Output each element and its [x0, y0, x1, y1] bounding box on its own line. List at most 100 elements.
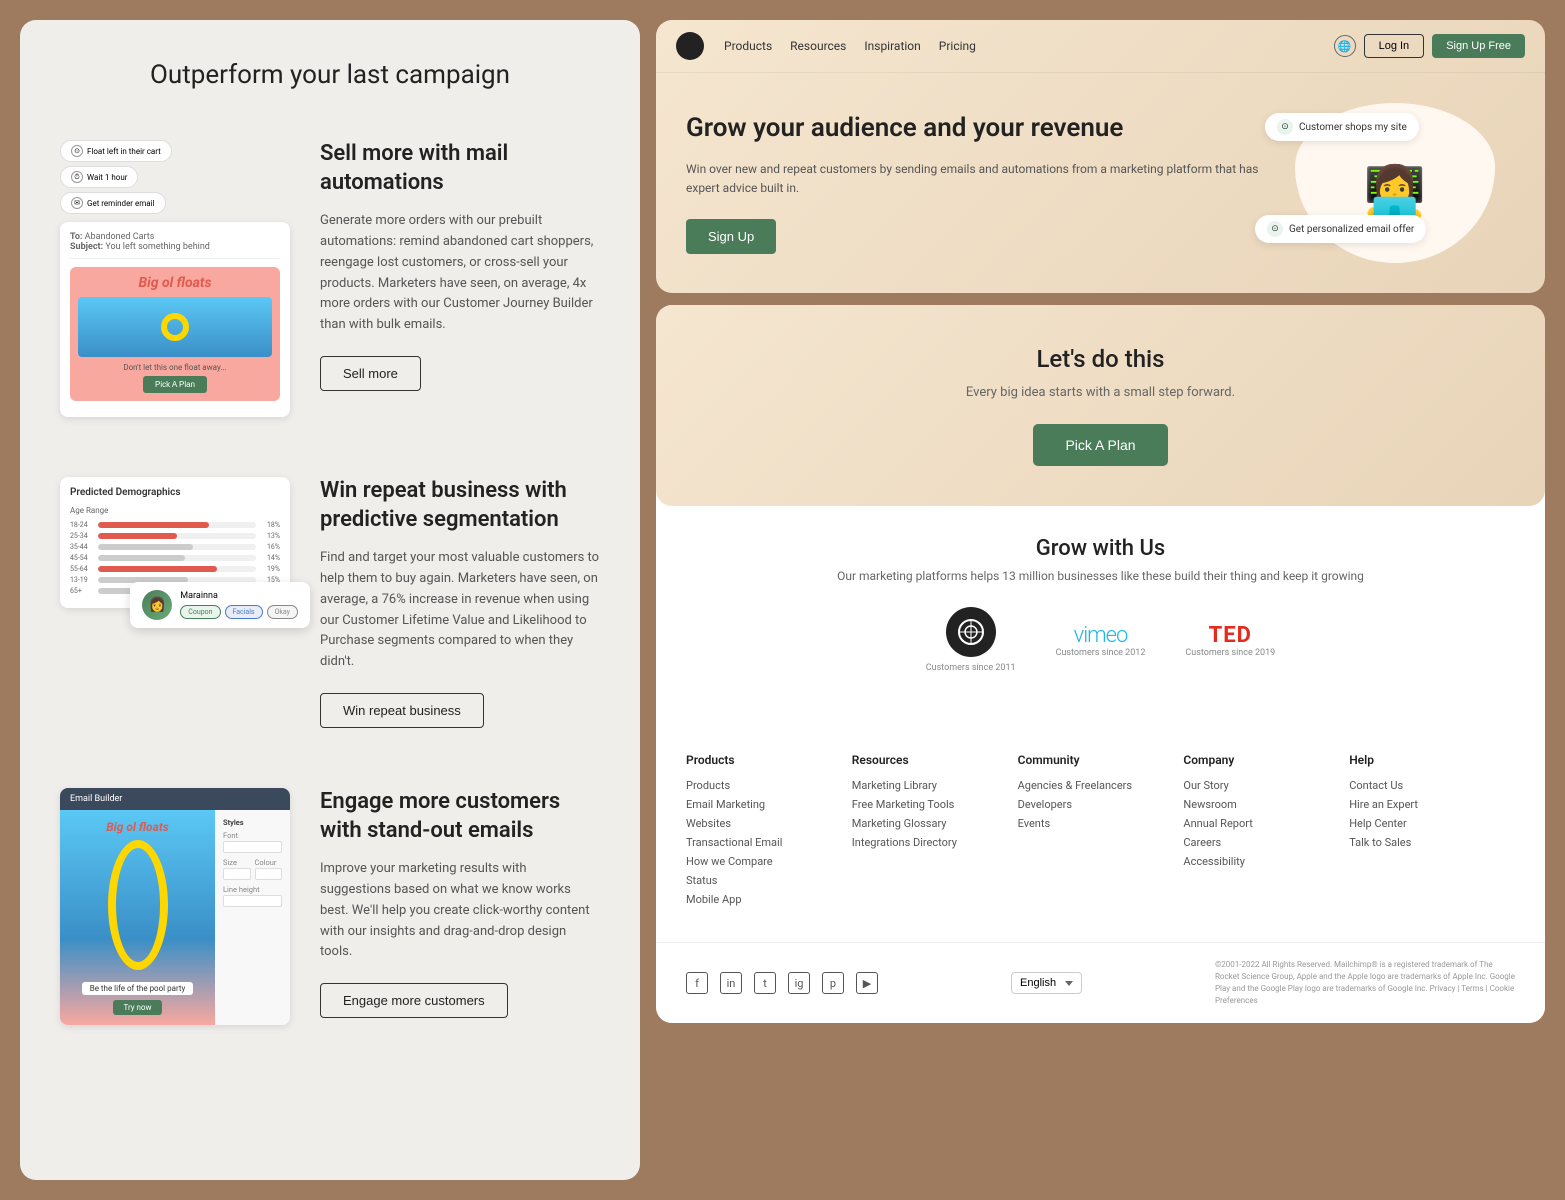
- sell-more-button[interactable]: Sell more: [320, 356, 421, 391]
- bar-35-44: 35-44 16%: [70, 543, 280, 551]
- footer-link-free-tools[interactable]: Free Marketing Tools: [852, 798, 1018, 811]
- step-3: ✉ Get reminder email: [60, 192, 166, 214]
- email-tagline: Don't let this one float away...: [78, 363, 272, 372]
- footer-columns: Products Products Email Marketing Websit…: [656, 723, 1545, 943]
- footer-wrapper: Products Products Email Marketing Websit…: [656, 703, 1545, 1023]
- globe-icon[interactable]: 🌐: [1334, 35, 1356, 57]
- email-mockup: To: Abandoned Carts Subject: You left so…: [60, 222, 290, 417]
- section1-heading: Sell more with mail automations: [320, 140, 600, 197]
- ted-text: TED: [1185, 623, 1275, 648]
- footer-link-integrations[interactable]: Integrations Directory: [852, 836, 1018, 849]
- size-color-row: Size Colour: [223, 858, 282, 885]
- footer-link-products[interactable]: Products: [686, 779, 852, 792]
- step-1: ⊙ Float left in their cart: [60, 140, 172, 162]
- email-cta-button[interactable]: Pick A Plan: [143, 376, 207, 393]
- footer-link-newsroom[interactable]: Newsroom: [1183, 798, 1349, 811]
- demo-title: Predicted Demographics: [70, 487, 280, 498]
- footer-link-developers[interactable]: Developers: [1018, 798, 1184, 811]
- login-button[interactable]: Log In: [1364, 34, 1425, 58]
- cta-subtext: Every big idea starts with a small step …: [686, 385, 1515, 400]
- builder-try-btn[interactable]: Try now: [113, 1000, 161, 1015]
- footer-link-email-marketing[interactable]: Email Marketing: [686, 798, 852, 811]
- footer-link-glossary[interactable]: Marketing Glossary: [852, 817, 1018, 830]
- footer-link-mobile[interactable]: Mobile App: [686, 893, 852, 906]
- grow-heading: Grow with Us: [686, 536, 1515, 561]
- footer-link-contact[interactable]: Contact Us: [1349, 779, 1515, 792]
- footer-link-annual-report[interactable]: Annual Report: [1183, 817, 1349, 830]
- footer-link-compare[interactable]: How we Compare: [686, 855, 852, 868]
- styles-title: Styles: [223, 818, 282, 827]
- signup-free-button[interactable]: Sign Up Free: [1432, 34, 1525, 58]
- email-to: To: Abandoned Carts: [70, 232, 280, 242]
- engage-more-button[interactable]: Engage more customers: [320, 983, 508, 1018]
- win-repeat-button[interactable]: Win repeat business: [320, 693, 484, 728]
- avatar: 👩: [142, 590, 172, 620]
- logo-ted: TED Customers since 2019: [1185, 623, 1275, 658]
- email-automation-visual: ⊙ Float left in their cart ⏱ Wait 1 hour…: [60, 140, 290, 417]
- linkedin-icon[interactable]: in: [720, 972, 742, 994]
- pick-a-plan-button[interactable]: Pick A Plan: [1033, 424, 1167, 466]
- section3-body: Improve your marketing results with sugg…: [320, 859, 600, 963]
- nav-products[interactable]: Products: [724, 39, 772, 53]
- builder-body: Big ol floats Be the life of the pool pa…: [60, 810, 290, 1025]
- nav-inspiration[interactable]: Inspiration: [864, 39, 920, 53]
- footer-link-our-story[interactable]: Our Story: [1183, 779, 1349, 792]
- builder-cta-label: Be the life of the pool party: [82, 982, 194, 995]
- facebook-icon[interactable]: f: [686, 972, 708, 994]
- user-info: Marainna Coupon Facials Okay: [180, 591, 298, 619]
- instagram-icon[interactable]: ig: [788, 972, 810, 994]
- builder-sidebar: Styles Font Size Colour: [215, 810, 290, 1025]
- section1-text: Sell more with mail automations Generate…: [320, 140, 600, 391]
- email-subject: Subject: You left something behind: [70, 242, 280, 252]
- footer-link-hire-expert[interactable]: Hire an Expert: [1349, 798, 1515, 811]
- hero-illustration-wrapper: 👩‍💻 ⊙ Customer shops my site ⊙ Get perso…: [1295, 103, 1495, 263]
- bottom-card: Let's do this Every big idea starts with…: [656, 305, 1545, 1023]
- donut-icon: [161, 313, 189, 341]
- footer-col-resources-title: Resources: [852, 753, 1018, 767]
- footer-link-transactional[interactable]: Transactional Email: [686, 836, 852, 849]
- bubble-shops: ⊙ Customer shops my site: [1265, 113, 1419, 141]
- bar-18-24: 18-24 18%: [70, 521, 280, 529]
- footer-link-talk-sales[interactable]: Talk to Sales: [1349, 836, 1515, 849]
- twitter-icon[interactable]: t: [754, 972, 776, 994]
- logos-row: Customers since 2011 vimeo Customers sin…: [686, 607, 1515, 673]
- nav-resources[interactable]: Resources: [790, 39, 846, 53]
- footer-link-help-center[interactable]: Help Center: [1349, 817, 1515, 830]
- builder-canvas: Big ol floats Be the life of the pool pa…: [60, 810, 215, 1025]
- pinterest-icon[interactable]: p: [822, 972, 844, 994]
- footer-link-status[interactable]: Status: [686, 874, 852, 887]
- step-2: ⏱ Wait 1 hour: [60, 166, 138, 188]
- mc-nav: Products Resources Inspiration Pricing 🌐…: [656, 20, 1545, 73]
- footer-link-websites[interactable]: Websites: [686, 817, 852, 830]
- email-image: [78, 297, 272, 357]
- step-3-icon: ✉: [71, 197, 83, 209]
- hero-signup-button[interactable]: Sign Up: [686, 219, 776, 254]
- logo-3-since: Customers since 2019: [1185, 648, 1275, 658]
- bubble-email-text: Get personalized email offer: [1289, 224, 1414, 235]
- demographics-visual: Predicted Demographics Age Range 18-24 1…: [60, 477, 290, 608]
- footer-link-marketing-library[interactable]: Marketing Library: [852, 779, 1018, 792]
- donut2-icon: [108, 840, 168, 970]
- line-height-field: Line height: [223, 885, 282, 907]
- logo-vimeo: vimeo Customers since 2012: [1056, 623, 1146, 658]
- footer-link-accessibility[interactable]: Accessibility: [1183, 855, 1349, 868]
- language-select[interactable]: English: [1011, 972, 1082, 994]
- section2-heading: Win repeat business with predictive segm…: [320, 477, 600, 534]
- section3-text: Engage more customers with stand-out ema…: [320, 788, 600, 1018]
- step-2-icon: ⏱: [71, 171, 83, 183]
- youtube-icon[interactable]: ▶: [856, 972, 878, 994]
- colour-field: Colour: [255, 858, 283, 880]
- footer-col-community: Community Agencies & Freelancers Develop…: [1018, 753, 1184, 912]
- bubble-shops-text: Customer shops my site: [1299, 122, 1407, 133]
- nav-pricing[interactable]: Pricing: [939, 39, 976, 53]
- footer-link-careers[interactable]: Careers: [1183, 836, 1349, 849]
- cta-section: Let's do this Every big idea starts with…: [656, 305, 1545, 506]
- left-panel: Outperform your last campaign ⊙ Float le…: [20, 20, 640, 1180]
- footer-link-agencies[interactable]: Agencies & Freelancers: [1018, 779, 1184, 792]
- bar-25-34: 25-34 13%: [70, 532, 280, 540]
- section2-body: Find and target your most valuable custo…: [320, 548, 600, 673]
- email-builder-mockup: Email Builder Big ol floats Be the life …: [60, 788, 290, 1025]
- right-panel: Products Resources Inspiration Pricing 🌐…: [656, 20, 1545, 1180]
- footer-link-events[interactable]: Events: [1018, 817, 1184, 830]
- grow-body: Our marketing platforms helps 13 million…: [686, 569, 1515, 583]
